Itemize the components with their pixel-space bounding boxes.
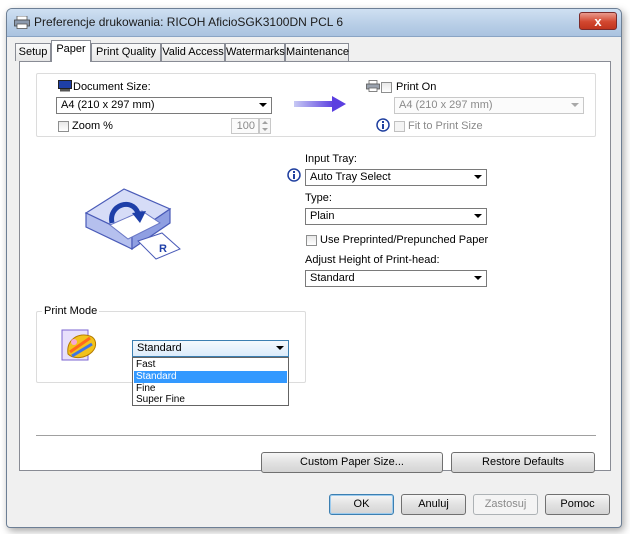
printer-icon (14, 16, 30, 29)
dropdown-arrow-icon (474, 276, 482, 280)
info-icon (376, 118, 390, 132)
document-size-value: A4 (210 x 297 mm) (61, 99, 155, 111)
print-on-value: A4 (210 x 297 mm) (399, 99, 493, 111)
dropdown-arrow-icon (259, 103, 267, 107)
svg-text:R: R (159, 243, 167, 255)
close-button[interactable]: x (579, 12, 617, 30)
fit-to-print-size-checkbox[interactable] (394, 121, 405, 132)
zoom-input[interactable]: 100 (231, 118, 259, 134)
spin-up-icon (262, 121, 268, 124)
print-mode-option-standard[interactable]: Standard (134, 371, 287, 383)
help-button[interactable]: Pomoc (545, 494, 610, 515)
print-on-select[interactable]: A4 (210 x 297 mm) (394, 97, 584, 114)
zoom-spinner[interactable] (259, 118, 271, 134)
tab-print-quality[interactable]: Print Quality (91, 43, 161, 61)
dropdown-arrow-icon (474, 214, 482, 218)
preprinted-checkbox[interactable] (306, 235, 317, 246)
dropdown-arrow-icon (571, 103, 579, 107)
print-mode-option-super-fine[interactable]: Super Fine (134, 394, 287, 406)
info-icon (287, 168, 301, 182)
document-size-select[interactable]: A4 (210 x 297 mm) (56, 97, 272, 114)
type-value: Plain (310, 210, 335, 222)
window-title: Preferencje drukowania: RICOH AficioSGK3… (34, 15, 344, 29)
type-label: Type: (305, 192, 332, 204)
input-tray-select[interactable]: Auto Tray Select (305, 169, 487, 186)
print-mode-option-fast[interactable]: Fast (134, 359, 287, 371)
ok-button[interactable]: OK (329, 494, 394, 515)
monitor-icon (58, 80, 72, 92)
tab-maintenance[interactable]: Maintenance (285, 43, 349, 61)
print-on-checkbox[interactable] (381, 82, 392, 93)
print-on-label: Print On (396, 81, 437, 93)
print-head-label: Adjust Height of Print-head: (305, 254, 440, 266)
dropdown-arrow-icon (474, 175, 482, 179)
zoom-value: 100 (236, 120, 255, 132)
input-tray-value: Auto Tray Select (310, 171, 391, 183)
print-mode-dropdown-list: Fast Standard Fine Super Fine (132, 357, 289, 406)
print-head-select[interactable]: Standard (305, 270, 487, 287)
preprinted-label: Use Preprinted/Prepunched Paper (320, 234, 489, 246)
tab-watermarks[interactable]: Watermarks (225, 43, 285, 61)
spin-down-icon (262, 128, 268, 131)
title-bar: Preferencje drukowania: RICOH AficioSGK3… (7, 9, 621, 37)
zoom-label: Zoom % (72, 120, 113, 132)
document-size-label: Document Size: (73, 81, 151, 93)
custom-paper-size-button[interactable]: Custom Paper Size... (261, 452, 443, 473)
tab-valid-access[interactable]: Valid Access (161, 43, 225, 61)
print-mode-icon (61, 329, 97, 361)
print-mode-label: Print Mode (42, 305, 100, 317)
tab-paper[interactable]: Paper (51, 40, 91, 62)
arrow-right-icon (294, 96, 346, 112)
print-mode-select[interactable]: Standard (132, 340, 289, 357)
restore-defaults-button[interactable]: Restore Defaults (451, 452, 595, 473)
separator (36, 435, 596, 436)
tab-setup[interactable]: Setup (15, 43, 51, 61)
fit-to-print-size-label: Fit to Print Size (408, 120, 483, 132)
input-tray-label: Input Tray: (305, 153, 357, 165)
cancel-button[interactable]: Anuluj (401, 494, 466, 515)
apply-button[interactable]: Zastosuj (473, 494, 538, 515)
print-mode-value: Standard (137, 342, 182, 354)
print-head-value: Standard (310, 272, 355, 284)
paper-tray-illustration: R (84, 188, 181, 260)
dropdown-arrow-icon (276, 346, 284, 350)
printer-small-icon (366, 80, 380, 92)
zoom-checkbox[interactable] (58, 121, 69, 132)
type-select[interactable]: Plain (305, 208, 487, 225)
